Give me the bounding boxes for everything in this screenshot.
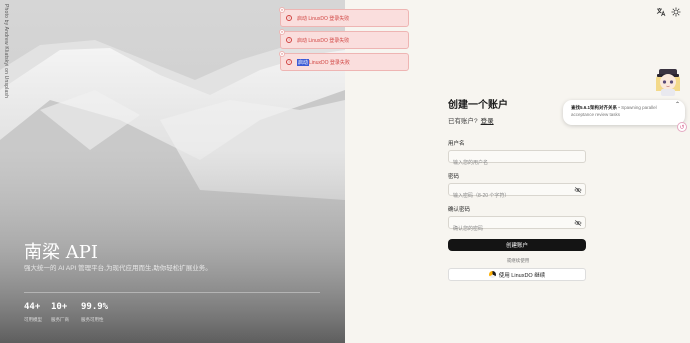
stat-value: 99.9%	[81, 302, 109, 312]
username-field-wrap	[448, 150, 586, 169]
login-link[interactable]: 登录	[481, 118, 494, 125]
create-account-button[interactable]: 创建账户	[448, 239, 586, 251]
password-label: 密码	[448, 174, 460, 180]
sun-icon[interactable]	[670, 6, 682, 18]
error-toast: × ! 启动 LinuxDO 登录失败	[279, 7, 409, 27]
sun-icon-glyph	[671, 7, 681, 17]
close-icon[interactable]: ×	[279, 51, 285, 57]
stat-models: 44+ 可用模型	[24, 302, 42, 323]
error-icon: !	[286, 15, 292, 21]
error-toast: × ! 启动 LinuxDO 登录失败	[279, 29, 409, 49]
stat-providers: 10+ 服务厂商	[51, 302, 69, 323]
stat-uptime: 99.9% 服务可用性	[81, 302, 108, 323]
toast-message: LinuxDO 登录失败	[309, 59, 350, 66]
error-icon: !	[286, 37, 292, 43]
stats-divider	[24, 292, 320, 293]
hero-panel: Photo by Andrew Kliatskyi on Unsplash 南梁…	[0, 0, 345, 343]
translate-icon-glyph	[656, 8, 666, 17]
stat-label: 服务可用性	[81, 317, 104, 322]
confirm-field-wrap	[448, 216, 586, 235]
username-input[interactable]	[449, 157, 585, 169]
password-field-wrap	[448, 183, 586, 202]
brand-title: 南梁 API	[24, 242, 98, 263]
translate-icon[interactable]	[655, 6, 667, 18]
linuxdo-login-button[interactable]: 使用 LinuxDO 继续	[448, 268, 586, 281]
mascot-avatar[interactable]	[652, 65, 684, 97]
photo-credit: Photo by Andrew Kliatskyi on Unsplash	[3, 4, 9, 99]
toast-message: 启动 LinuxDO 登录失败	[297, 15, 350, 22]
eye-off-icon[interactable]	[574, 186, 582, 194]
password-input[interactable]	[449, 190, 585, 202]
divider-text: 或继续使用	[506, 258, 530, 263]
close-icon[interactable]: ×	[279, 7, 285, 13]
stat-value: 44+	[24, 302, 41, 312]
have-account-text: 已有账户?	[448, 118, 478, 125]
toast-message: 启动 LinuxDO 登录失败	[297, 37, 350, 44]
stat-value: 10+	[51, 302, 68, 312]
confirm-password-input[interactable]	[449, 223, 585, 235]
chevron-up-icon[interactable]: ⌃	[675, 102, 680, 109]
stat-label: 可用模型	[24, 317, 42, 322]
eye-off-icon[interactable]	[574, 219, 582, 227]
stat-label: 服务厂商	[51, 317, 69, 322]
username-label: 用户名	[448, 141, 465, 147]
notification-title: 查找5.6.1架构对齐关系	[571, 105, 618, 110]
assistant-toggle-icon[interactable]: ↺	[677, 122, 687, 132]
error-icon: !	[286, 59, 292, 65]
confirm-password-label: 确认密码	[448, 207, 471, 213]
brand-description: 强大统一的 AI API 管理平台,为现代应用而生,助你轻松扩展业务。	[24, 265, 212, 272]
linuxdo-button-label: 使用 LinuxDO 继续	[498, 272, 546, 279]
selected-text: 启动	[297, 58, 310, 66]
linuxdo-logo-icon	[488, 271, 496, 278]
close-icon[interactable]: ×	[279, 29, 285, 35]
error-toast: × ! 启动 LinuxDO 登录失败	[279, 51, 409, 71]
task-notification[interactable]: ⌃ 查找5.6.1架构对齐关系 • Spawning parallel acce…	[563, 100, 685, 125]
